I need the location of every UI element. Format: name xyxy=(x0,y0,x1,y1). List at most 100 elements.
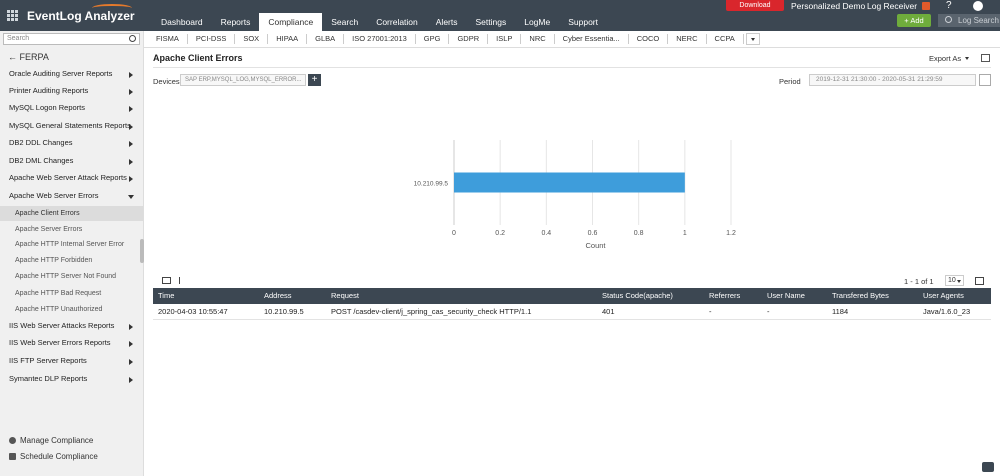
nav-tab-compliance[interactable]: Compliance xyxy=(259,13,323,31)
column-header-status-code[interactable]: Status Code(apache) xyxy=(597,288,704,304)
tab-nerc[interactable]: NERC xyxy=(668,34,707,44)
chart-bar xyxy=(454,172,685,193)
nav-tab-search[interactable]: Search xyxy=(322,13,367,31)
chart-x-tick-label: 0.4 xyxy=(541,230,551,237)
chat-icon[interactable] xyxy=(982,462,994,472)
sidebar-subitem-apache-client-errors[interactable]: Apache Client Errors xyxy=(0,206,143,221)
search-icon[interactable] xyxy=(129,35,136,42)
nav-tab-alerts[interactable]: Alerts xyxy=(427,13,467,31)
sidebar-item-iis-ftp[interactable]: IIS FTP Server Reports xyxy=(0,353,143,369)
sidebar-item-iis-errors[interactable]: IIS Web Server Errors Reports xyxy=(0,335,143,351)
chevron-right-icon xyxy=(129,141,133,147)
nav-tab-dashboard[interactable]: Dashboard xyxy=(152,13,212,31)
compliance-tabs: FISMA PCI-DSS SOX HIPAA GLBA ISO 27001:2… xyxy=(144,31,1000,48)
tab-gpg[interactable]: GPG xyxy=(416,34,450,44)
help-icon[interactable]: ? xyxy=(946,0,952,11)
export-settings-icon[interactable] xyxy=(981,54,990,62)
period-field[interactable]: 2019-12-31 21:30:00 - 2020-05-31 21:29:5… xyxy=(809,74,976,86)
app-grid-icon[interactable] xyxy=(7,10,18,21)
table-view-icon[interactable] xyxy=(162,277,171,284)
chevron-right-icon xyxy=(129,159,133,165)
per-page-select[interactable]: 10 xyxy=(945,275,964,286)
sidebar-collapse-handle[interactable] xyxy=(140,239,144,263)
column-header-address[interactable]: Address xyxy=(259,288,326,304)
chevron-right-icon xyxy=(129,176,133,182)
log-receiver-link[interactable]: Log Receiver xyxy=(867,1,917,11)
cell-user-agents: Java/1.6.0_23 xyxy=(923,307,971,316)
sidebar-item-iis-attacks[interactable]: IIS Web Server Attacks Reports xyxy=(0,318,143,334)
column-header-request[interactable]: Request xyxy=(326,288,597,304)
tab-hipaa[interactable]: HIPAA xyxy=(268,34,308,44)
column-chooser-icon[interactable] xyxy=(975,277,984,285)
devices-field[interactable]: SAP ERP,MYSQL_LOG,MYSQL_ERROR... xyxy=(180,74,306,86)
nav-tab-logme[interactable]: LogMe xyxy=(515,13,559,31)
bar-chart: 0 0.2 0.4 0.6 0.8 1 1.2 10.210.99.5 Count xyxy=(380,140,760,257)
sidebar-subitem-apache-internal-error[interactable]: Apache HTTP Internal Server Error xyxy=(0,237,143,252)
sidebar-subitem-apache-not-found[interactable]: Apache HTTP Server Not Found xyxy=(0,269,143,284)
tab-fisma[interactable]: FISMA xyxy=(148,34,188,44)
export-as-button[interactable]: Export As xyxy=(929,54,969,63)
calendar-icon[interactable] xyxy=(979,74,991,86)
list-view-icon[interactable] xyxy=(179,277,188,284)
sidebar-item-apache-errors[interactable]: Apache Web Server Errors xyxy=(0,188,143,204)
manage-compliance-link[interactable]: Manage Compliance xyxy=(9,436,93,445)
chevron-right-icon xyxy=(129,341,133,347)
sidebar-item-oracle-auditing[interactable]: Oracle Auditing Server Reports xyxy=(0,66,143,82)
tab-pci-dss[interactable]: PCI-DSS xyxy=(188,34,236,44)
column-header-time[interactable]: Time xyxy=(153,288,259,304)
tab-cyber-essentials[interactable]: Cyber Essentia... xyxy=(555,34,629,44)
chart-x-tick-label: 0 xyxy=(452,230,456,237)
tab-nrc[interactable]: NRC xyxy=(521,34,555,44)
sidebar-subitem-apache-server-errors[interactable]: Apache Server Errors xyxy=(0,222,143,237)
personalized-demo-link[interactable]: Personalized Demo xyxy=(791,1,865,11)
notification-bell-icon[interactable] xyxy=(922,2,930,10)
sidebar-item-apache-attack[interactable]: Apache Web Server Attack Reports xyxy=(0,170,143,186)
tab-ccpa[interactable]: CCPA xyxy=(707,34,744,44)
add-device-button[interactable]: + xyxy=(308,74,321,86)
log-search-input[interactable]: Log Search xyxy=(938,14,1000,27)
schedule-compliance-link[interactable]: Schedule Compliance xyxy=(9,452,98,461)
chevron-right-icon xyxy=(129,359,133,365)
tab-gdpr[interactable]: GDPR xyxy=(449,34,489,44)
cell-referrers: - xyxy=(709,307,712,316)
search-icon xyxy=(945,16,952,23)
sidebar-search-input[interactable]: Search xyxy=(3,33,140,45)
chevron-right-icon xyxy=(129,106,133,112)
nav-tab-settings[interactable]: Settings xyxy=(467,13,516,31)
column-header-user-agents[interactable]: User Agents xyxy=(918,288,991,304)
sidebar-item-mysql-general[interactable]: MySQL General Statements Reports xyxy=(0,118,143,134)
sidebar-subitem-apache-unauthorized[interactable]: Apache HTTP Unauthorized xyxy=(0,302,143,317)
cell-status-code: 401 xyxy=(602,307,615,316)
sidebar-search-placeholder: Search xyxy=(7,35,30,42)
add-button[interactable]: + Add xyxy=(897,14,931,27)
back-to-ferpa[interactable]: ← FERPA xyxy=(8,52,49,62)
chevron-right-icon xyxy=(129,124,133,130)
tab-iso-27001[interactable]: ISO 27001:2013 xyxy=(344,34,416,44)
nav-tab-correlation[interactable]: Correlation xyxy=(367,13,427,31)
nav-tab-support[interactable]: Support xyxy=(559,13,607,31)
sidebar-item-mysql-logon[interactable]: MySQL Logon Reports xyxy=(0,100,143,116)
sidebar-item-printer-auditing[interactable]: Printer Auditing Reports xyxy=(0,83,143,99)
chevron-right-icon xyxy=(129,72,133,78)
table-row[interactable]: 2020-04-03 10:55:47 10.210.99.5 POST /ca… xyxy=(153,304,991,320)
tab-coco[interactable]: COCO xyxy=(629,34,669,44)
sidebar-subitem-apache-forbidden[interactable]: Apache HTTP Forbidden xyxy=(0,253,143,268)
download-button[interactable]: Download xyxy=(726,0,784,11)
tab-glba[interactable]: GLBA xyxy=(307,34,345,44)
tab-sox[interactable]: SOX xyxy=(235,34,269,44)
column-header-user-name[interactable]: User Name xyxy=(762,288,827,304)
column-header-transfered-bytes[interactable]: Transfered Bytes xyxy=(827,288,918,304)
sidebar-item-db2-ddl[interactable]: DB2 DDL Changes xyxy=(0,135,143,151)
chart-x-tick-label: 1 xyxy=(683,230,687,237)
cell-address: 10.210.99.5 xyxy=(264,307,304,316)
user-avatar-icon[interactable] xyxy=(973,1,983,11)
cell-user-name: - xyxy=(767,307,770,316)
sidebar-item-db2-dml[interactable]: DB2 DML Changes xyxy=(0,153,143,169)
tab-islp[interactable]: ISLP xyxy=(488,34,522,44)
nav-tab-reports[interactable]: Reports xyxy=(212,13,260,31)
sidebar-subitem-apache-bad-request[interactable]: Apache HTTP Bad Request xyxy=(0,286,143,301)
more-tabs-dropdown[interactable] xyxy=(745,33,760,45)
pagination-info: 1 - 1 of 1 xyxy=(904,277,934,286)
sidebar-item-symantec-dlp[interactable]: Symantec DLP Reports xyxy=(0,371,143,387)
column-header-referrers[interactable]: Referrers xyxy=(704,288,762,304)
